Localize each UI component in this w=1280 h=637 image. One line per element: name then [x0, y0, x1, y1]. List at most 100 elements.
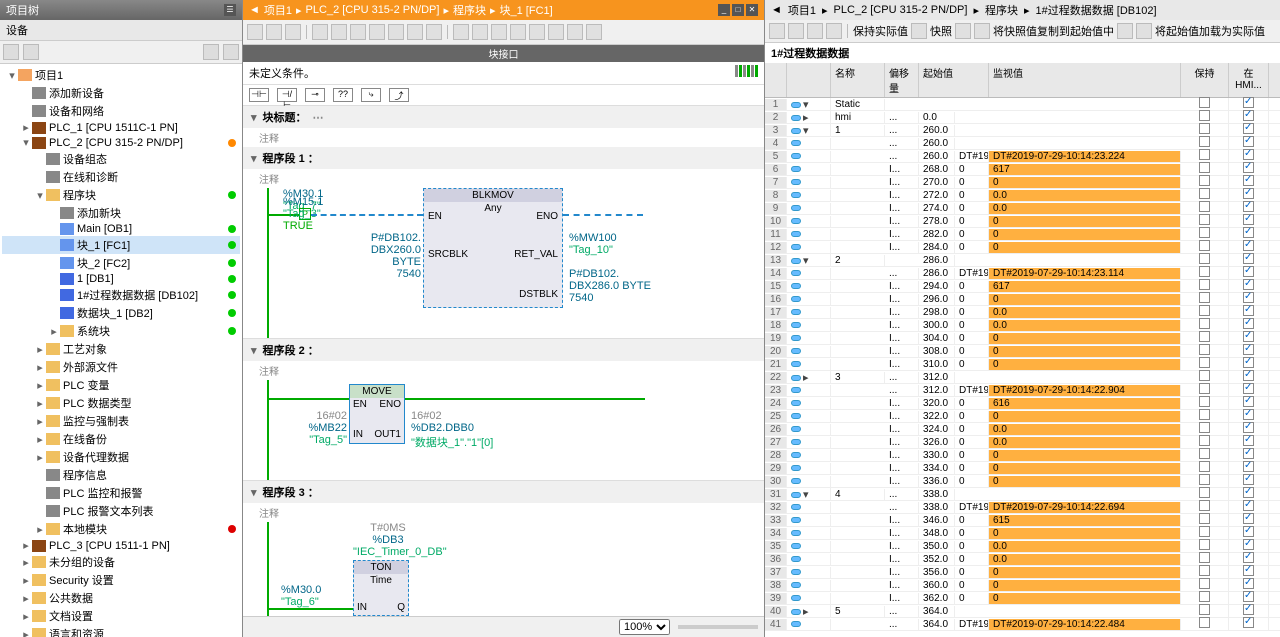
hmi-checkbox[interactable] — [1243, 578, 1254, 589]
data-grid[interactable]: 名称 偏移量 起始值 监视值 保持 在 HMI... 1 ▾ Static 2 … — [765, 63, 1280, 637]
branch-icon[interactable]: ⤷ — [361, 88, 381, 102]
tree-item[interactable]: ▸在线备份 — [2, 430, 240, 448]
tree-item[interactable]: 数据块_1 [DB2] — [2, 304, 240, 322]
hmi-checkbox[interactable] — [1243, 500, 1254, 511]
tb-btn[interactable] — [312, 24, 328, 40]
hmi-checkbox[interactable] — [1243, 318, 1254, 329]
tree-item[interactable]: ▸监控与强制表 — [2, 412, 240, 430]
tree-expander-icon[interactable]: ▸ — [34, 415, 46, 428]
tb-btn[interactable] — [529, 24, 545, 40]
tree-expander-icon[interactable]: ▸ — [20, 628, 32, 637]
contact-nc-icon[interactable]: ⊣/⊢ — [277, 88, 297, 102]
col-offset[interactable]: 偏移量 — [885, 63, 919, 97]
hmi-checkbox[interactable] — [1243, 409, 1254, 420]
hmi-checkbox[interactable] — [1243, 97, 1254, 108]
col-keep[interactable]: 保持 — [1181, 63, 1229, 97]
tree-expander-icon[interactable]: ▸ — [34, 379, 46, 392]
tb-btn[interactable] — [247, 24, 263, 40]
tree-item[interactable]: 1 [DB1] — [2, 272, 240, 286]
bc-item[interactable]: 项目1 — [788, 2, 816, 18]
tree-item[interactable]: ▸公共数据 — [2, 589, 240, 607]
hmi-checkbox[interactable] — [1243, 253, 1254, 264]
tree-tool-3[interactable] — [203, 44, 219, 60]
keep-checkbox[interactable] — [1199, 370, 1210, 381]
bc-item[interactable]: 程序块 — [453, 2, 486, 18]
tree-item[interactable]: 添加新设备 — [2, 84, 240, 102]
hmi-checkbox[interactable] — [1243, 448, 1254, 459]
keep-checkbox[interactable] — [1199, 539, 1210, 550]
tree-item[interactable]: ▸系统块 — [2, 322, 240, 340]
ton-block[interactable]: TON Time IN Q — [353, 560, 409, 616]
tree-expander-icon[interactable]: ▾ — [34, 189, 46, 202]
tree-item[interactable]: ▾程序块 — [2, 186, 240, 204]
tree-item[interactable]: ▾PLC_2 [CPU 315-2 PN/DP] — [2, 135, 240, 150]
tree-item[interactable]: 程序信息 — [2, 466, 240, 484]
hmi-checkbox[interactable] — [1243, 383, 1254, 394]
bc-item[interactable]: PLC_2 [CPU 315-2 PN/DP] — [306, 4, 440, 16]
keep-checkbox[interactable] — [1199, 201, 1210, 212]
tree-item[interactable]: ▾项目1 — [2, 66, 240, 84]
chevron-down-icon[interactable]: ▾ — [251, 152, 257, 165]
zoom-slider[interactable] — [678, 625, 758, 629]
keep-checkbox[interactable] — [1199, 149, 1210, 160]
tree-item[interactable]: PLC 报警文本列表 — [2, 502, 240, 520]
hmi-checkbox[interactable] — [1243, 201, 1254, 212]
tree-item[interactable]: 在线和诊断 — [2, 168, 240, 186]
keep-checkbox[interactable] — [1199, 227, 1210, 238]
network-body[interactable]: %M30.1"Tag_7" P %M15.1"Tag_3"TRUE BLKMOV… — [243, 188, 764, 338]
tb-btn[interactable] — [548, 24, 564, 40]
keep-checkbox[interactable] — [1199, 565, 1210, 576]
chevron-down-icon[interactable]: ▾ — [251, 111, 257, 124]
network-comment[interactable]: 注释 — [243, 361, 764, 380]
tree-expander-icon[interactable]: ▸ — [34, 343, 46, 356]
tree-item[interactable]: ▸Security 设置 — [2, 571, 240, 589]
network-body[interactable]: T#0MS%DB3"IEC_Timer_0_DB" TON Time IN Q … — [243, 522, 764, 616]
hmi-checkbox[interactable] — [1243, 396, 1254, 407]
tree-item[interactable]: ▸文档设置 — [2, 607, 240, 625]
tb-btn[interactable] — [911, 23, 927, 39]
hmi-checkbox[interactable] — [1243, 565, 1254, 576]
tb-btn[interactable] — [807, 23, 823, 39]
tree-expander-icon[interactable]: ▸ — [20, 556, 32, 569]
keep-checkbox[interactable] — [1199, 175, 1210, 186]
copy-snap-button[interactable]: 将快照值复制到起始值中 — [993, 23, 1114, 39]
hmi-checkbox[interactable] — [1243, 591, 1254, 602]
keep-checkbox[interactable] — [1199, 305, 1210, 316]
block-comment[interactable]: 注释 — [243, 128, 764, 147]
block-interface-label[interactable]: 块接口 — [243, 45, 764, 62]
zoom-select[interactable]: 100% — [619, 619, 670, 635]
tree-tool-2[interactable] — [23, 44, 39, 60]
keep-checkbox[interactable] — [1199, 279, 1210, 290]
keep-checkbox[interactable] — [1199, 500, 1210, 511]
hmi-checkbox[interactable] — [1243, 136, 1254, 147]
network-comment[interactable]: 注释 — [243, 503, 764, 522]
tree-item[interactable]: ▸语言和资源 — [2, 625, 240, 637]
tree-item[interactable]: ▸外部源文件 — [2, 358, 240, 376]
tree-item[interactable]: ▸PLC 变量 — [2, 376, 240, 394]
keep-checkbox[interactable] — [1199, 383, 1210, 394]
tree-item[interactable]: 块_1 [FC1] — [2, 236, 240, 254]
contact-no-icon[interactable]: ⊣⊢ — [249, 88, 269, 102]
tree-expander-icon[interactable]: ▸ — [20, 121, 32, 134]
tree-item[interactable]: ▸未分组的设备 — [2, 553, 240, 571]
tb-btn[interactable] — [1136, 23, 1152, 39]
keep-checkbox[interactable] — [1199, 162, 1210, 173]
keep-checkbox[interactable] — [1199, 110, 1210, 121]
keep-checkbox[interactable] — [1199, 591, 1210, 602]
keep-checkbox[interactable] — [1199, 136, 1210, 147]
tb-btn[interactable] — [266, 24, 282, 40]
keep-checkbox[interactable] — [1199, 123, 1210, 134]
keep-checkbox[interactable] — [1199, 448, 1210, 459]
tb-btn[interactable] — [586, 24, 602, 40]
tree-item[interactable]: 设备和网络 — [2, 102, 240, 120]
tree-item[interactable]: Main [OB1] — [2, 222, 240, 236]
tree-expander-icon[interactable]: ▾ — [20, 136, 32, 149]
keep-checkbox[interactable] — [1199, 578, 1210, 589]
bc-item[interactable]: 块_1 [FC1] — [500, 2, 553, 18]
hmi-checkbox[interactable] — [1243, 188, 1254, 199]
tree-expander-icon[interactable]: ▸ — [34, 397, 46, 410]
hmi-checkbox[interactable] — [1243, 604, 1254, 615]
tree-item[interactable]: ▸设备代理数据 — [2, 448, 240, 466]
hmi-checkbox[interactable] — [1243, 227, 1254, 238]
keep-checkbox[interactable] — [1199, 331, 1210, 342]
